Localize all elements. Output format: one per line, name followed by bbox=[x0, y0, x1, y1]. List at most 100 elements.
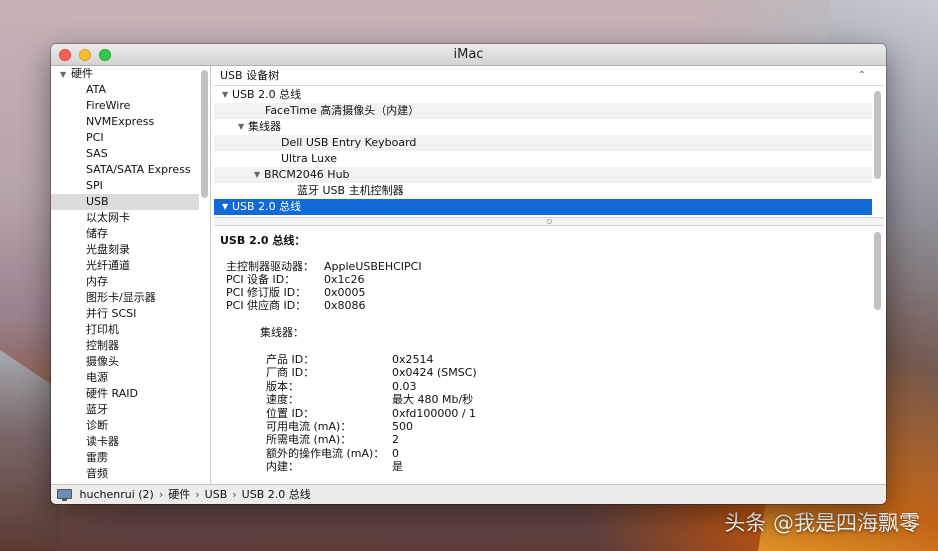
sidebar-item[interactable]: SPI bbox=[51, 178, 199, 194]
sidebar-item[interactable]: 摄像头 bbox=[51, 354, 199, 370]
sidebar-item-label: 读卡器 bbox=[86, 435, 119, 448]
breadcrumb-item[interactable]: USB bbox=[205, 485, 228, 504]
property-value: 0xfd100000 / 1 bbox=[392, 406, 477, 420]
tree-row-label: 集线器 bbox=[248, 120, 281, 133]
sidebar-item[interactable]: 光盘刻录 bbox=[51, 242, 199, 258]
sidebar-item[interactable]: SAS bbox=[51, 146, 199, 162]
sidebar-scrollbar[interactable] bbox=[201, 70, 208, 198]
splitter-handle-icon[interactable] bbox=[547, 219, 552, 224]
breadcrumb-item[interactable]: USB 2.0 总线 bbox=[242, 485, 311, 504]
detail-title: USB 2.0 总线： bbox=[220, 234, 306, 247]
sidebar-item-label: FireWire bbox=[86, 99, 131, 112]
property-value: 0x8086 bbox=[324, 299, 366, 312]
sidebar: ▼ 硬件 ATA FireWire NVMExpress PCI SAS SATA/SATA… bbox=[51, 66, 211, 484]
sidebar-item[interactable]: ATA bbox=[51, 82, 199, 98]
sidebar-item[interactable]: 并行 SCSI bbox=[51, 306, 199, 322]
tree-row[interactable]: ▼ USB 2.0 总线 bbox=[214, 199, 872, 215]
disclosure-triangle-icon[interactable]: ▼ bbox=[60, 67, 71, 83]
sidebar-item[interactable]: 硬件 RAID bbox=[51, 386, 199, 402]
sidebar-item[interactable]: NVMExpress bbox=[51, 114, 199, 130]
tree-scrollbar[interactable] bbox=[874, 91, 881, 179]
property-value: 0x1c26 bbox=[324, 273, 365, 286]
property-key: 位置 ID： bbox=[266, 406, 315, 420]
tree-row-label: USB 2.0 总线 bbox=[232, 200, 302, 213]
sidebar-item[interactable]: 打印机 bbox=[51, 322, 199, 338]
tree-row[interactable]: ▼ USB 2.0 总线 bbox=[214, 87, 872, 103]
window-titlebar[interactable]: iMac bbox=[51, 44, 886, 66]
zoom-button[interactable] bbox=[99, 49, 111, 61]
tree-row-label: Dell USB Entry Keyboard bbox=[281, 136, 417, 149]
sidebar-item[interactable]: PCI bbox=[51, 130, 199, 146]
hub-title: 集线器： bbox=[260, 326, 304, 339]
sidebar-item-label: ATA bbox=[86, 83, 107, 96]
sidebar-section-hardware[interactable]: ▼ 硬件 bbox=[60, 66, 93, 82]
main-pane: USB 设备树 ⌃ ▼ USB 2.0 总线 FaceTime 高清摄像头（内建） ▼… bbox=[214, 66, 886, 484]
tree-row-label: BRCM2046 Hub bbox=[264, 168, 350, 181]
tree-row-label: 蓝牙 USB 主机控制器 bbox=[297, 184, 404, 197]
tree-row[interactable]: FaceTime 高清摄像头（内建） bbox=[214, 103, 872, 119]
sidebar-item-label: 以太网卡 bbox=[86, 211, 130, 224]
tree-row-label: Ultra Luxe bbox=[281, 152, 338, 165]
watermark: 头条 @我是四海飘零 bbox=[724, 511, 920, 535]
usb-device-tree: ▼ USB 2.0 总线 FaceTime 高清摄像头（内建） ▼ 集线器 Dell US… bbox=[214, 87, 872, 217]
sidebar-item-label: 电源 bbox=[86, 371, 108, 384]
sidebar-item-label: SAS bbox=[86, 147, 108, 160]
sidebar-item[interactable]: 控制器 bbox=[51, 338, 199, 354]
tree-row-label: FaceTime 高清摄像头（内建） bbox=[265, 104, 420, 117]
sidebar-item[interactable]: 雷雳 bbox=[51, 450, 199, 466]
tree-row[interactable]: ▼ 集线器 bbox=[214, 119, 872, 135]
property-key: 额外的操作电流 (mA)： bbox=[266, 446, 385, 460]
property-value: 2 bbox=[392, 433, 399, 447]
tree-row[interactable]: Dell USB Entry Keyboard bbox=[214, 135, 872, 151]
sidebar-item[interactable]: 图形卡/显示器 bbox=[51, 290, 199, 306]
minimize-button[interactable] bbox=[79, 49, 91, 61]
property-key: 可用电流 (mA)： bbox=[266, 420, 352, 433]
sidebar-item[interactable]: 内存 bbox=[51, 274, 199, 290]
sidebar-item[interactable]: 蓝牙 bbox=[51, 402, 199, 418]
detail-scrollbar[interactable] bbox=[874, 232, 881, 310]
sidebar-item[interactable]: USB bbox=[51, 194, 199, 210]
tree-row[interactable]: 蓝牙 USB 主机控制器 bbox=[214, 183, 872, 199]
property-value: 0 bbox=[392, 446, 399, 460]
property-key: 主控制器驱动器： bbox=[226, 260, 314, 273]
sidebar-item[interactable]: 音频 bbox=[51, 466, 199, 482]
property-value: AppleUSBEHCIPCI bbox=[324, 260, 422, 273]
sidebar-item-label: 控制器 bbox=[86, 339, 119, 352]
sidebar-item-label: 音频 bbox=[86, 467, 108, 480]
breadcrumb-separator-icon: › bbox=[195, 488, 200, 501]
property-key: 所需电流 (mA)： bbox=[266, 433, 352, 447]
property-key: 速度： bbox=[266, 393, 299, 407]
property-value: 0x0424 (SMSC) bbox=[392, 366, 477, 380]
collapse-chevron-icon[interactable]: ⌃ bbox=[858, 66, 866, 86]
sidebar-item-label: USB bbox=[86, 195, 109, 208]
sidebar-item-label: 摄像头 bbox=[86, 355, 119, 368]
sidebar-item-label: NVMExpress bbox=[86, 115, 155, 128]
property-value: 0x2514 bbox=[392, 353, 434, 366]
tree-header[interactable]: USB 设备树 ⌃ bbox=[214, 66, 884, 86]
sidebar-item[interactable]: FireWire bbox=[51, 98, 199, 114]
tree-row[interactable]: Ultra Luxe bbox=[214, 151, 872, 167]
property-value: 0x0005 bbox=[324, 286, 366, 299]
sidebar-item-label: SATA/SATA Express bbox=[86, 163, 191, 176]
sidebar-item-label: 硬件 RAID bbox=[86, 387, 138, 400]
property-key: 内建： bbox=[266, 460, 299, 474]
breadcrumb-item[interactable]: huchenrui (2) bbox=[80, 485, 154, 504]
pane-splitter[interactable] bbox=[214, 217, 884, 226]
sidebar-item[interactable]: 诊断 bbox=[51, 418, 199, 434]
breadcrumb-separator-icon: › bbox=[232, 488, 237, 501]
tree-row[interactable]: ▼ BRCM2046 Hub bbox=[214, 167, 872, 183]
property-key: PCI 修订版 ID： bbox=[226, 286, 307, 299]
sidebar-item[interactable]: 电源 bbox=[51, 370, 199, 386]
sidebar-item-label: 雷雳 bbox=[86, 451, 108, 464]
sidebar-item[interactable]: 光纤通道 bbox=[51, 258, 199, 274]
close-button[interactable] bbox=[59, 49, 71, 61]
property-key: PCI 供应商 ID： bbox=[226, 299, 307, 312]
breadcrumb-item[interactable]: 硬件 bbox=[168, 485, 190, 504]
sidebar-item-label: 储存 bbox=[86, 227, 108, 240]
tree-row-label: USB 2.0 总线 bbox=[232, 88, 302, 101]
sidebar-item[interactable]: SATA/SATA Express bbox=[51, 162, 199, 178]
sidebar-item[interactable]: 储存 bbox=[51, 226, 199, 242]
sidebar-item[interactable]: 读卡器 bbox=[51, 434, 199, 450]
sidebar-item[interactable]: 以太网卡 bbox=[51, 210, 199, 226]
property-key: 版本： bbox=[266, 379, 299, 393]
